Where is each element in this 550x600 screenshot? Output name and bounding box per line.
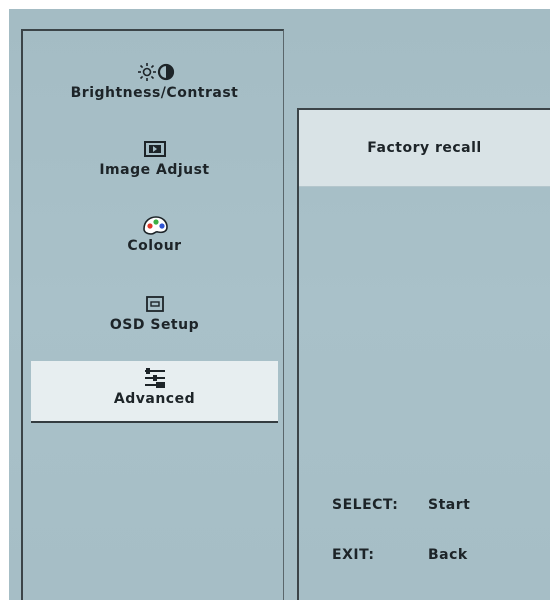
menu-item-label: Image Adjust <box>99 162 210 178</box>
menu-item-label: Advanced <box>113 391 196 407</box>
menu-item-label: Colour <box>127 238 182 254</box>
submenu-title: Factory recall <box>367 140 482 156</box>
sun-half-circle-icon <box>31 61 278 83</box>
menu-item-label: Brightness/Contrast <box>70 85 239 101</box>
menu-item-colour[interactable]: Colour <box>31 214 278 254</box>
menu-item-brightness-contrast[interactable]: Brightness/Contrast <box>31 61 278 101</box>
advanced-sliders-icon <box>31 367 278 389</box>
select-key-label: SELECT: <box>332 497 399 513</box>
osd-screen: Brightness/Contrast Image Adjust Colour … <box>9 9 550 600</box>
submenu-header[interactable]: Factory recall <box>299 110 550 187</box>
menu-item-image-adjust[interactable]: Image Adjust <box>31 138 278 178</box>
menu-item-advanced[interactable]: Advanced <box>31 361 278 423</box>
submenu-panel: Factory recall SELECT: Start EXIT: Back <box>297 108 550 600</box>
select-hint: SELECT: Start <box>332 497 470 513</box>
menu-item-osd-setup[interactable]: OSD Setup <box>31 293 278 333</box>
select-action-label: Start <box>428 497 471 513</box>
colour-palette-icon <box>31 214 278 236</box>
main-menu-panel: Brightness/Contrast Image Adjust Colour … <box>21 29 284 600</box>
exit-action-label: Back <box>428 547 468 563</box>
exit-hint: EXIT: Back <box>332 547 468 563</box>
exit-key-label: EXIT: <box>332 547 375 563</box>
menu-item-label: OSD Setup <box>109 317 200 333</box>
osd-monitor-icon <box>31 293 278 315</box>
image-adjust-icon <box>31 138 278 160</box>
